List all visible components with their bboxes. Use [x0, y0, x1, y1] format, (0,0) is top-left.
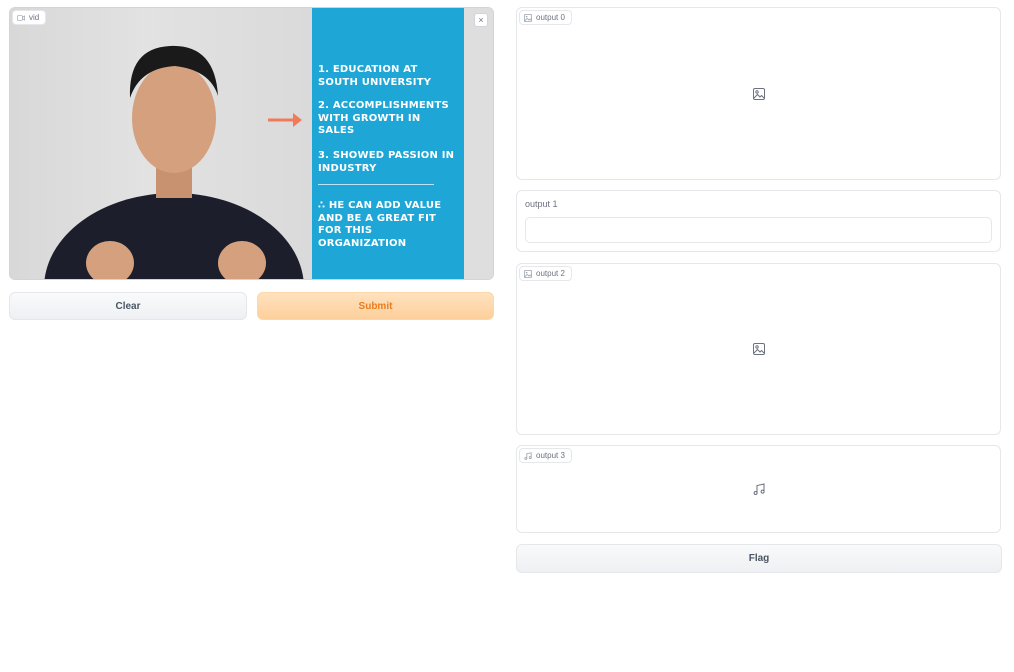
submit-button[interactable]: Submit: [257, 292, 494, 320]
clear-button[interactable]: Clear: [9, 292, 247, 320]
slide-divider: [318, 184, 434, 185]
arrow-right-icon: [268, 113, 302, 127]
slide-item-4: ∴ He can add value and be a great fit fo…: [318, 200, 442, 249]
output-3-audio: output 3: [516, 445, 1001, 533]
video-frame: [10, 8, 312, 279]
music-placeholder-icon: [753, 483, 765, 495]
close-icon[interactable]: ×: [474, 13, 488, 27]
video-icon: [17, 14, 25, 21]
presenter-figure: [44, 45, 304, 279]
output-0-image: output 0: [516, 7, 1001, 180]
video-label-text: vid: [29, 12, 40, 22]
output-1-textbox: output 1: [516, 190, 1001, 252]
output-1-field[interactable]: [525, 217, 992, 243]
image-placeholder-icon: [752, 343, 765, 355]
slide-item-3: 3. Showed passion in industry: [318, 150, 455, 174]
video-input[interactable]: 1. Education at South University 2. Acco…: [9, 7, 494, 280]
music-icon: [524, 451, 532, 460]
output-3-label: output 3: [519, 448, 572, 463]
image-placeholder-icon: [752, 87, 765, 100]
output-2-label: output 2: [519, 266, 572, 281]
output-3-label-text: output 3: [536, 450, 565, 460]
video-frame-right: [464, 8, 493, 279]
output-2-image: output 2: [516, 263, 1001, 435]
video-label: vid: [12, 10, 47, 25]
output-0-label-text: output 0: [536, 12, 565, 22]
image-icon: [524, 13, 532, 22]
image-icon: [524, 269, 532, 278]
slide-item-1: 1. Education at South University: [318, 64, 432, 88]
slide-item-2: 2. Accomplishments with growth in sales: [318, 100, 449, 136]
flag-button[interactable]: Flag: [516, 544, 1002, 573]
output-1-label: output 1: [525, 199, 558, 209]
output-0-label: output 0: [519, 10, 572, 25]
slide-panel: 1. Education at South University 2. Acco…: [312, 8, 464, 279]
output-2-label-text: output 2: [536, 268, 565, 278]
